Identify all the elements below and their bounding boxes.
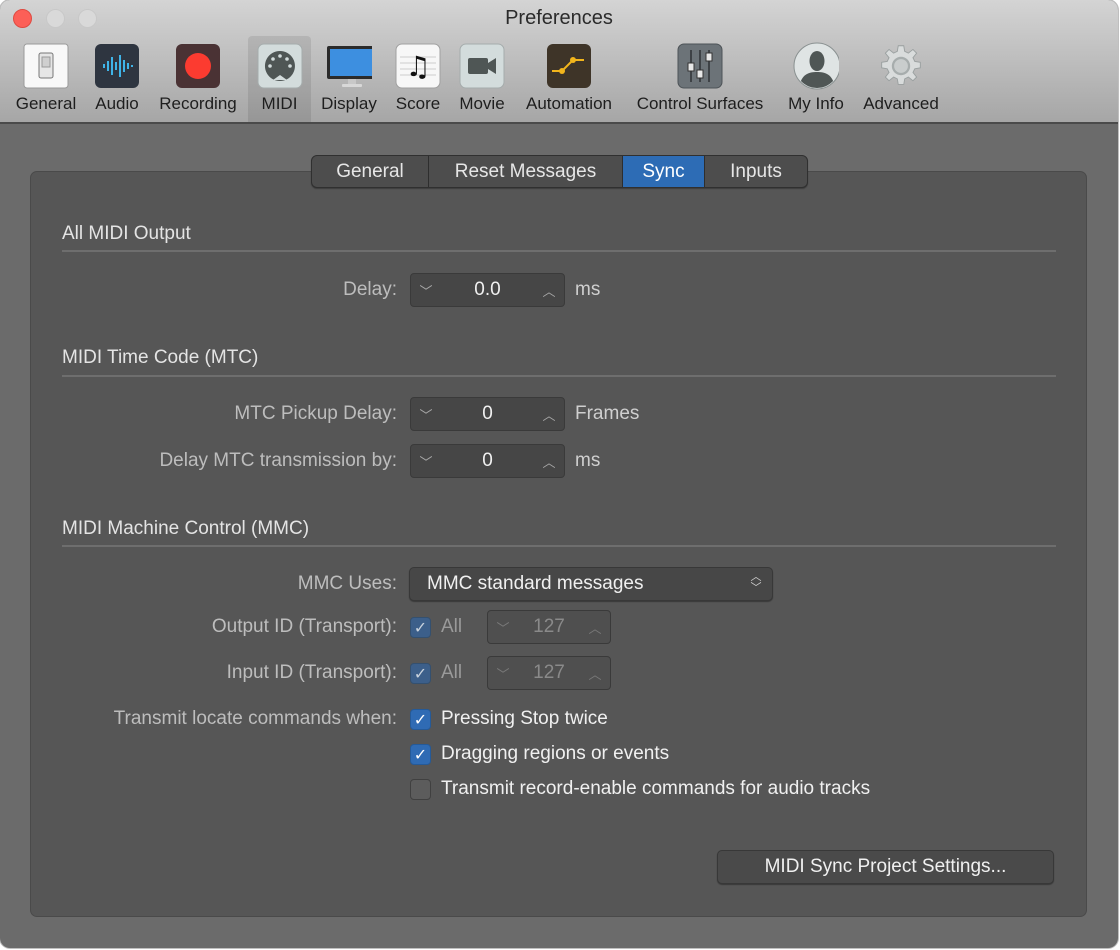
pressing-stop-twice-checkbox[interactable]: ✓ [410, 709, 431, 730]
mtc-transmission-delay-stepper[interactable]: ﹀ 0 ︿ [410, 444, 565, 478]
toolbar-label: Control Surfaces [636, 94, 764, 113]
toolbar-label: Advanced [863, 94, 939, 113]
dragging-regions-label[interactable]: Dragging regions or events [441, 743, 669, 765]
toolbar-label: Automation [526, 94, 612, 113]
waveform-icon [94, 43, 140, 89]
output-id-all-checkbox[interactable]: ✓ [410, 617, 431, 638]
checkmark-icon: ✓ [413, 711, 428, 729]
toolbar-item-automation[interactable]: Automation [520, 36, 618, 122]
chevron-down-icon[interactable]: ﹀ [411, 281, 441, 300]
toolbar-label: Movie [459, 94, 505, 113]
transmit-locate-label: Transmit locate commands when: [113, 708, 397, 729]
tab-inputs[interactable]: Inputs [705, 156, 807, 187]
mmc-uses-popup[interactable]: MMC standard messages ︿ ﹀ [409, 567, 773, 601]
preferences-toolbar: General Audio Recording MIDI Display ♫ S… [0, 36, 1118, 122]
toolbar-item-midi[interactable]: MIDI [248, 36, 311, 122]
person-icon [793, 42, 839, 90]
chevron-down-icon[interactable]: ﹀ [411, 452, 441, 471]
mmc-uses-value: MMC standard messages [427, 573, 644, 594]
toolbar-item-movie[interactable]: Movie [455, 36, 509, 122]
record-enable-commands-checkbox[interactable] [410, 779, 431, 800]
output-id-label: Output ID (Transport): [211, 616, 397, 637]
section-title-all-midi-output: All MIDI Output [62, 223, 191, 244]
toolbar-label: General [15, 94, 77, 113]
chevron-down-icon[interactable]: ﹀ [411, 405, 441, 424]
section-title-mmc: MIDI Machine Control (MMC) [62, 518, 310, 539]
toolbar-label: Audio [95, 94, 139, 113]
output-id-all-label[interactable]: All [441, 616, 462, 638]
preferences-window: Preferences General Audio Recording MIDI… [0, 0, 1118, 948]
music-note-icon: ♫ [395, 43, 441, 89]
section-divider [62, 375, 1056, 377]
midi-connector-icon [257, 43, 303, 89]
checkmark-icon: ✓ [413, 665, 428, 683]
svg-text:♫: ♫ [405, 50, 430, 83]
toolbar-label: Display [321, 94, 377, 113]
input-id-all-label[interactable]: All [441, 662, 462, 684]
chevron-down-icon[interactable]: ﹀ [488, 664, 518, 683]
record-enable-commands-label[interactable]: Transmit record-enable commands for audi… [441, 778, 870, 800]
chevron-up-icon[interactable]: ︿ [534, 452, 564, 471]
tab-sync[interactable]: Sync [623, 156, 705, 187]
mmc-uses-label: MMC Uses: [297, 573, 397, 594]
toolbar-label: Recording [159, 94, 237, 113]
toolbar-item-display[interactable]: Display [316, 36, 382, 122]
mtc-pickup-delay-unit: Frames [575, 403, 640, 424]
title-bar: Preferences General Audio Recording MIDI… [0, 0, 1118, 124]
toolbar-item-advanced[interactable]: Advanced [857, 36, 945, 122]
delay-label: Delay: [343, 279, 397, 300]
checkmark-icon: ✓ [413, 619, 428, 637]
video-camera-icon [459, 43, 505, 89]
chevron-up-icon[interactable]: ︿ [534, 405, 564, 424]
toolbar-item-general[interactable]: General [10, 36, 82, 122]
toolbar-label: Score [395, 94, 441, 113]
toolbar-item-audio[interactable]: Audio [88, 36, 146, 122]
input-id-stepper[interactable]: ﹀ 127 ︿ [487, 656, 611, 690]
tab-reset-messages[interactable]: Reset Messages [429, 156, 623, 187]
toolbar-item-my-info[interactable]: My Info [782, 36, 850, 122]
midi-tabs: General Reset Messages Sync Inputs [311, 155, 808, 188]
delay-value[interactable]: 0.0 [441, 279, 534, 301]
section-title-mtc: MIDI Time Code (MTC) [62, 347, 259, 368]
input-id-all-checkbox[interactable]: ✓ [410, 663, 431, 684]
mtc-pickup-delay-value[interactable]: 0 [441, 403, 534, 425]
output-id-value[interactable]: 127 [518, 616, 580, 638]
toolbar-item-recording[interactable]: Recording [152, 36, 244, 122]
switch-icon [23, 43, 69, 89]
delay-stepper[interactable]: ﹀ 0.0 ︿ [410, 273, 565, 307]
mtc-pickup-delay-label: MTC Pickup Delay: [234, 403, 397, 424]
dragging-regions-checkbox[interactable]: ✓ [410, 744, 431, 765]
section-divider [62, 545, 1056, 547]
record-icon [175, 43, 221, 89]
midi-sync-project-settings-button[interactable]: MIDI Sync Project Settings... [717, 850, 1054, 884]
up-down-arrows-icon: ︿ ﹀ [750, 571, 762, 594]
window-title: Preferences [505, 7, 613, 29]
chevron-up-icon[interactable]: ︿ [534, 281, 564, 300]
mtc-pickup-delay-stepper[interactable]: ﹀ 0 ︿ [410, 397, 565, 431]
mtc-transmission-delay-unit: ms [575, 450, 601, 471]
chevron-down-icon[interactable]: ﹀ [488, 618, 518, 637]
checkmark-icon: ✓ [413, 746, 428, 764]
monitor-icon [326, 43, 372, 89]
mtc-transmission-delay-value[interactable]: 0 [441, 450, 534, 472]
delay-unit: ms [575, 279, 601, 300]
toolbar-label: My Info [788, 94, 844, 113]
section-divider [62, 250, 1056, 252]
toolbar-item-score[interactable]: ♫ Score [391, 36, 445, 122]
input-id-value[interactable]: 127 [518, 662, 580, 684]
toolbar-label: MIDI [261, 94, 298, 113]
chevron-up-icon[interactable]: ︿ [580, 618, 610, 637]
pressing-stop-twice-label[interactable]: Pressing Stop twice [441, 708, 608, 730]
input-id-label: Input ID (Transport): [226, 662, 397, 683]
tab-general[interactable]: General [312, 156, 429, 187]
faders-icon [677, 43, 723, 89]
automation-curve-icon [546, 43, 592, 89]
output-id-stepper[interactable]: ﹀ 127 ︿ [487, 610, 611, 644]
gear-icon [878, 43, 924, 89]
toolbar-item-control-surfaces[interactable]: Control Surfaces [627, 36, 773, 122]
chevron-up-icon[interactable]: ︿ [580, 664, 610, 683]
mtc-transmission-delay-label: Delay MTC transmission by: [159, 450, 397, 471]
